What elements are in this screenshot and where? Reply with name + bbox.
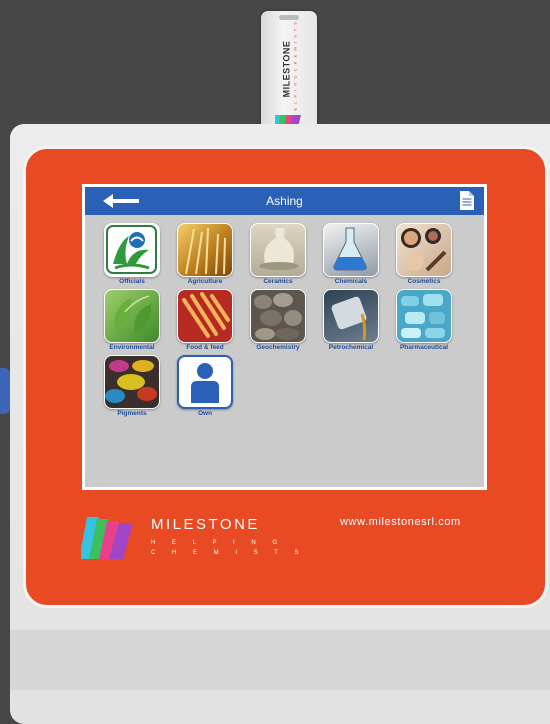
makeup-icon <box>396 223 452 277</box>
category-label: Pigments <box>117 410 147 417</box>
document-icon[interactable] <box>460 191 474 210</box>
category-label: Officials <box>119 278 145 285</box>
pills-icon <box>396 289 452 343</box>
category-officials[interactable]: Officials <box>104 223 164 285</box>
brand-tagline-line2: C H E M I S T S <box>151 550 306 556</box>
ceramic-vase-icon <box>250 223 306 277</box>
brand-tagline-line1: H E L P I N G <box>151 540 285 546</box>
category-pharmaceutical[interactable]: Pharmaceutical <box>396 289 456 351</box>
category-pigments[interactable]: Pigments <box>104 355 164 417</box>
rocks-icon <box>250 289 306 343</box>
pigment-bowls-icon <box>104 355 160 409</box>
category-label: Cosmetics <box>407 278 441 285</box>
category-label: Pharmaceutical <box>399 344 449 351</box>
category-label: Food & feed <box>186 344 224 351</box>
oil-can-icon <box>323 289 379 343</box>
usb-cap <box>279 15 299 20</box>
category-chemicals[interactable]: Chemicals <box>323 223 383 285</box>
category-agriculture[interactable]: Agriculture <box>177 223 237 285</box>
milestone-logo-icon <box>81 517 133 559</box>
title-bar: Ashing <box>85 187 484 215</box>
usb-stick: MILESTONE H E L P I N G C H E M I S T S <box>261 11 317 131</box>
category-own[interactable]: Own <box>177 355 237 417</box>
category-food-feed[interactable]: Food & feed <box>177 289 237 351</box>
brand-name: MILESTONE <box>151 516 260 533</box>
category-label: Geochemistry <box>256 344 300 351</box>
breadsticks-icon <box>177 289 233 343</box>
category-petrochemical[interactable]: Petrochemical <box>323 289 383 351</box>
side-accent <box>0 368 10 414</box>
usb-label: MILESTONE H E L P I N G C H E M I S T S <box>281 20 298 118</box>
category-label: Environmental <box>109 344 155 351</box>
usb-brand: MILESTONE <box>281 40 292 98</box>
touch-screen: Ashing Officials Agriculture Ceramics Ch… <box>82 184 487 490</box>
wheat-icon <box>177 223 233 277</box>
category-label: Own <box>197 410 213 417</box>
user-icon <box>177 355 233 409</box>
category-label: Agriculture <box>187 278 223 285</box>
category-label: Chemicals <box>334 278 368 285</box>
category-ceramics[interactable]: Ceramics <box>250 223 310 285</box>
flask-icon <box>323 223 379 277</box>
brand-url[interactable]: www.milestonesrl.com <box>340 516 461 528</box>
screen-title: Ashing <box>266 194 303 208</box>
category-cosmetics[interactable]: Cosmetics <box>396 223 456 285</box>
leaves-icon <box>104 289 160 343</box>
device-base <box>10 630 550 690</box>
usb-tagline: H E L P I N G C H E M I S T S <box>292 20 298 118</box>
category-label: Petrochemical <box>328 344 374 351</box>
category-geochemistry[interactable]: Geochemistry <box>250 289 310 351</box>
category-label: Ceramics <box>263 278 293 285</box>
category-environmental[interactable]: Environmental <box>104 289 164 351</box>
epa-logo-icon <box>104 223 160 277</box>
brand-tagline: H E L P I N G C H E M I S T S <box>151 538 306 558</box>
